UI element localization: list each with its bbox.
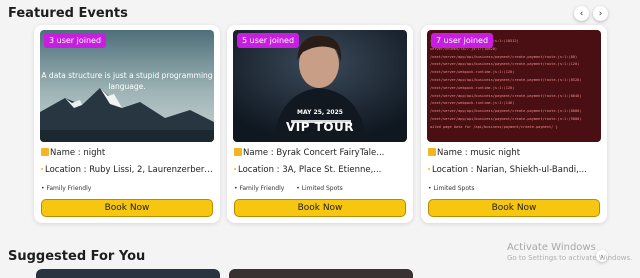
calendar-icon — [234, 148, 242, 156]
calendar-icon — [428, 148, 436, 156]
event-tags: • Family Friendly • Limited Spots — [234, 185, 353, 192]
featured-events-title: Featured Events — [8, 6, 128, 21]
tag-family-friendly: • Family Friendly — [234, 185, 285, 192]
carousel-prev-button[interactable]: ‹ — [574, 6, 589, 21]
event-image: ion/build/server/chunks/7877.js:1:(10512… — [427, 30, 601, 142]
tag-limited-spots: • Limited Spots — [428, 185, 475, 192]
book-now-button[interactable]: Book Now — [41, 199, 213, 217]
location-dot-icon — [428, 168, 430, 170]
chevron-right-icon: › — [598, 8, 603, 19]
carousel-next-button[interactable]: › — [593, 6, 608, 21]
event-card[interactable]: A data structure is just a stupid progra… — [34, 25, 220, 223]
book-now-button[interactable]: Book Now — [234, 199, 406, 217]
suggested-card[interactable] — [229, 269, 413, 278]
tag-family-friendly: • Family Friendly — [41, 185, 92, 192]
event-image: MAY 25, 2025 VIP TOUR 5 user joined — [233, 30, 407, 142]
event-image: A data structure is just a stupid progra… — [40, 30, 214, 142]
location-dot-icon — [41, 168, 43, 170]
image-caption: A data structure is just a stupid progra… — [41, 71, 213, 91]
suggested-title: Suggested For You — [8, 249, 146, 264]
event-name: Name : night — [41, 148, 213, 158]
joined-badge: 3 user joined — [44, 33, 107, 48]
error-log: ion/build/server/chunks/7877.js:1:(10512… — [430, 39, 582, 129]
image-date: MAY 25, 2025 — [297, 109, 343, 116]
activate-windows-subtext: Go to Settings to activate Windows. — [507, 254, 633, 262]
event-name: Name : music night — [428, 148, 600, 158]
tag-limited-spots: • Limited Spots — [296, 185, 343, 192]
event-card[interactable]: ion/build/server/chunks/7877.js:1:(10512… — [421, 25, 607, 223]
joined-badge: 5 user joined — [237, 33, 300, 48]
calendar-icon — [41, 148, 49, 156]
event-name: Name : Byrak Concert FairyTale... — [234, 148, 406, 158]
book-now-button[interactable]: Book Now — [428, 199, 600, 217]
event-location: Location : 3A, Place St. Étienne,... — [234, 165, 406, 175]
activate-windows-watermark: Activate Windows — [507, 242, 596, 253]
event-tags: • Limited Spots — [428, 185, 485, 192]
event-location: Location : Narian, Shiekh-ul-Bandi,... — [428, 165, 600, 175]
chevron-left-icon: ‹ — [579, 8, 584, 19]
event-tags: • Family Friendly — [41, 185, 101, 192]
joined-badge: 7 user joined — [431, 33, 494, 48]
image-title: VIP TOUR — [285, 120, 355, 134]
location-dot-icon — [234, 168, 236, 170]
event-location: Location : Ruby Lissi, 2, Laurenzerberg.… — [41, 165, 213, 175]
suggested-card[interactable] — [36, 269, 220, 278]
event-card[interactable]: MAY 25, 2025 VIP TOUR 5 user joined Name… — [227, 25, 413, 223]
